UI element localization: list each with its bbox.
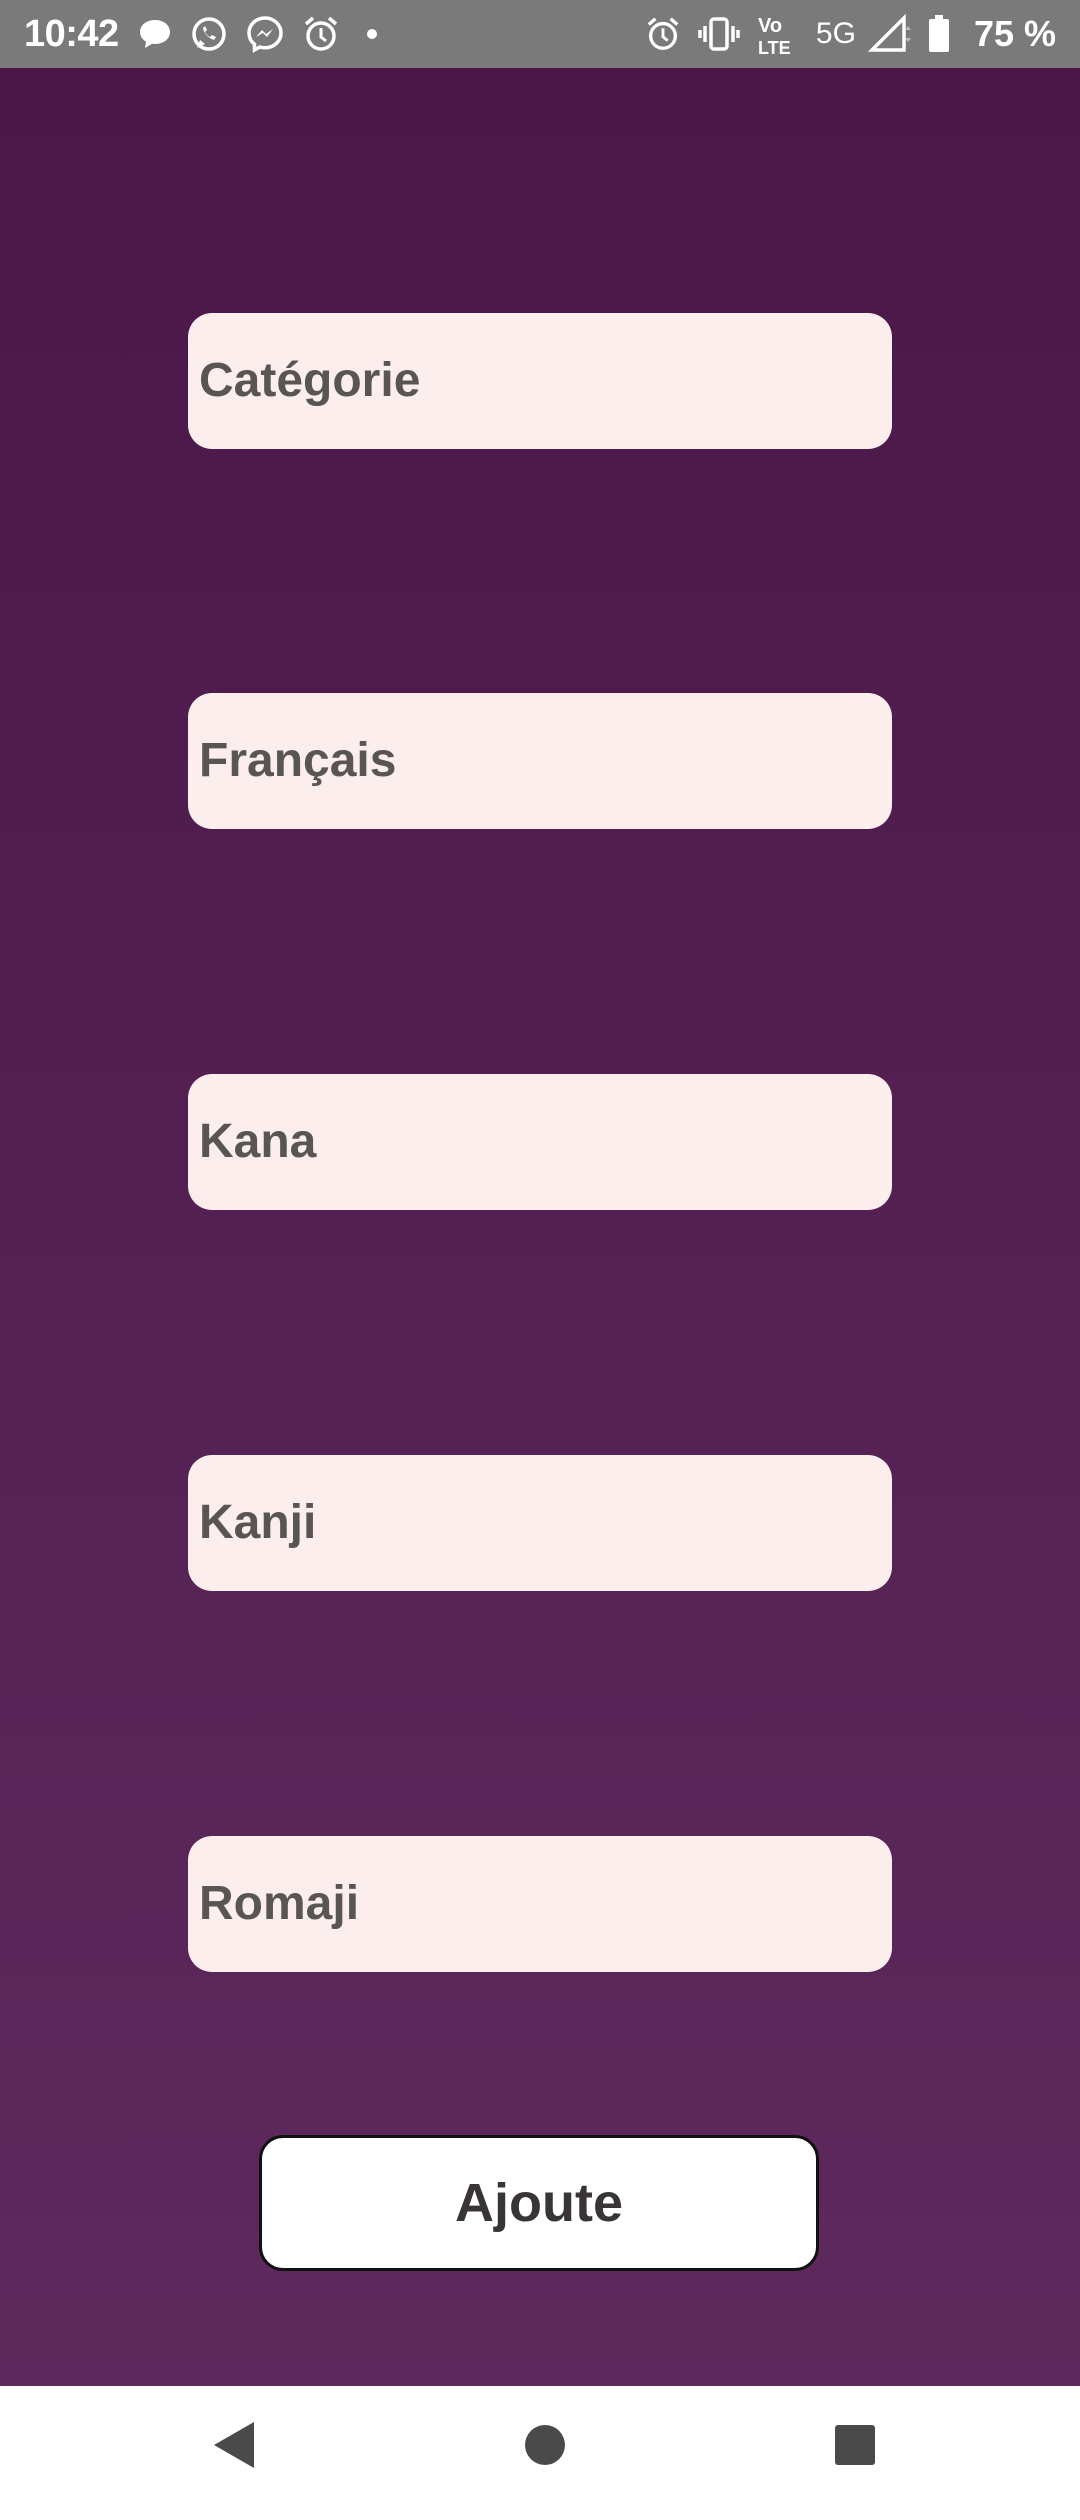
- status-bar: 10:42 Vo LTE 5G 75 %: [0, 0, 1080, 68]
- add-button[interactable]: Ajoute: [259, 2135, 819, 2271]
- kana-field[interactable]: Kana: [188, 1074, 892, 1210]
- french-field-placeholder: Français: [199, 734, 397, 787]
- kanji-field[interactable]: Kanji: [188, 1455, 892, 1591]
- kana-field-placeholder: Kana: [199, 1115, 317, 1168]
- lte-label: LTE: [758, 38, 791, 56]
- main-content: Catégorie Français Kana Kanji Romaji Ajo…: [0, 68, 1080, 2386]
- volte-icon: Vo LTE: [756, 12, 800, 56]
- back-icon[interactable]: [210, 2420, 256, 2475]
- network-label: 5G: [815, 17, 856, 50]
- status-bar-right: Vo LTE 5G 75 %: [644, 12, 1056, 56]
- dot-icon: [366, 29, 377, 39]
- romaji-field-placeholder: Romaji: [199, 1877, 360, 1930]
- whatsapp-icon: [189, 14, 229, 54]
- battery-percent: 75 %: [973, 13, 1056, 54]
- volte-label: Vo: [758, 15, 782, 37]
- recents-icon[interactable]: [833, 2420, 877, 2475]
- status-bar-left: 10:42: [24, 13, 387, 56]
- signal-icon: [867, 14, 912, 54]
- vibrate-icon: [698, 15, 740, 53]
- battery-icon: [928, 15, 950, 53]
- category-field[interactable]: Catégorie: [188, 313, 892, 449]
- alarm-icon: [644, 15, 682, 53]
- category-field-placeholder: Catégorie: [199, 354, 421, 407]
- romaji-field[interactable]: Romaji: [188, 1836, 892, 1972]
- home-icon[interactable]: [523, 2420, 567, 2475]
- chat-bubble-icon: [137, 16, 173, 52]
- alarm-clock-icon: [301, 14, 341, 54]
- messenger-icon: [245, 14, 285, 54]
- navigation-bar: [0, 2386, 1080, 2520]
- french-field[interactable]: Français: [188, 693, 892, 829]
- status-time: 10:42: [24, 12, 119, 55]
- kanji-field-placeholder: Kanji: [199, 1496, 317, 1549]
